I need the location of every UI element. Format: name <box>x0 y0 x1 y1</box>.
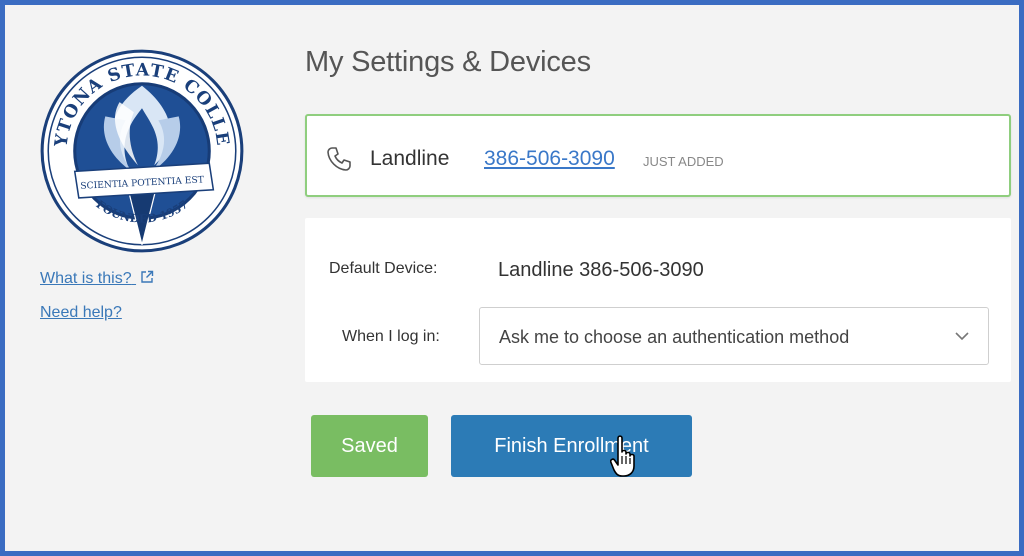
chevron-down-icon[interactable] <box>954 330 970 342</box>
need-help-label[interactable]: Need help? <box>40 304 122 321</box>
device-type: Landline <box>370 147 450 170</box>
just-added-badge: JUST ADDED <box>643 154 724 169</box>
settings-card: Default Device: Landline 386-506-3090 Wh… <box>305 218 1011 382</box>
app-window: DAYTONA STATE COLLEGE SCIENTIA POTENTIA … <box>0 0 1024 556</box>
sidebar: DAYTONA STATE COLLEGE SCIENTIA POTENTIA … <box>10 10 275 556</box>
default-device-label: Default Device: <box>329 260 438 277</box>
saved-button[interactable]: Saved <box>311 415 428 477</box>
device-card: Landline 386-506-3090 JUST ADDED <box>305 114 1011 197</box>
phone-icon <box>327 147 351 171</box>
main-content: My Settings & Devices Landline 386-506-3… <box>305 10 1015 556</box>
default-device-value: Landline 386-506-3090 <box>498 259 704 281</box>
what-is-this-label[interactable]: What is this? <box>40 270 132 287</box>
need-help-link[interactable]: Need help? <box>40 304 122 322</box>
finish-enrollment-button[interactable]: Finish Enrollment <box>451 415 692 477</box>
login-preference-label: When I log in: <box>342 328 440 345</box>
what-is-this-link[interactable]: What is this? <box>40 270 154 288</box>
external-link-icon[interactable] <box>140 270 154 284</box>
hand-cursor-icon <box>610 435 635 477</box>
login-method-select[interactable]: Ask me to choose an authentication metho… <box>479 307 989 365</box>
college-logo: DAYTONA STATE COLLEGE SCIENTIA POTENTIA … <box>40 45 244 253</box>
device-number-link[interactable]: 386-506-3090 <box>484 147 615 171</box>
page-title: My Settings & Devices <box>305 46 591 78</box>
login-method-selected[interactable]: Ask me to choose an authentication metho… <box>499 327 849 348</box>
